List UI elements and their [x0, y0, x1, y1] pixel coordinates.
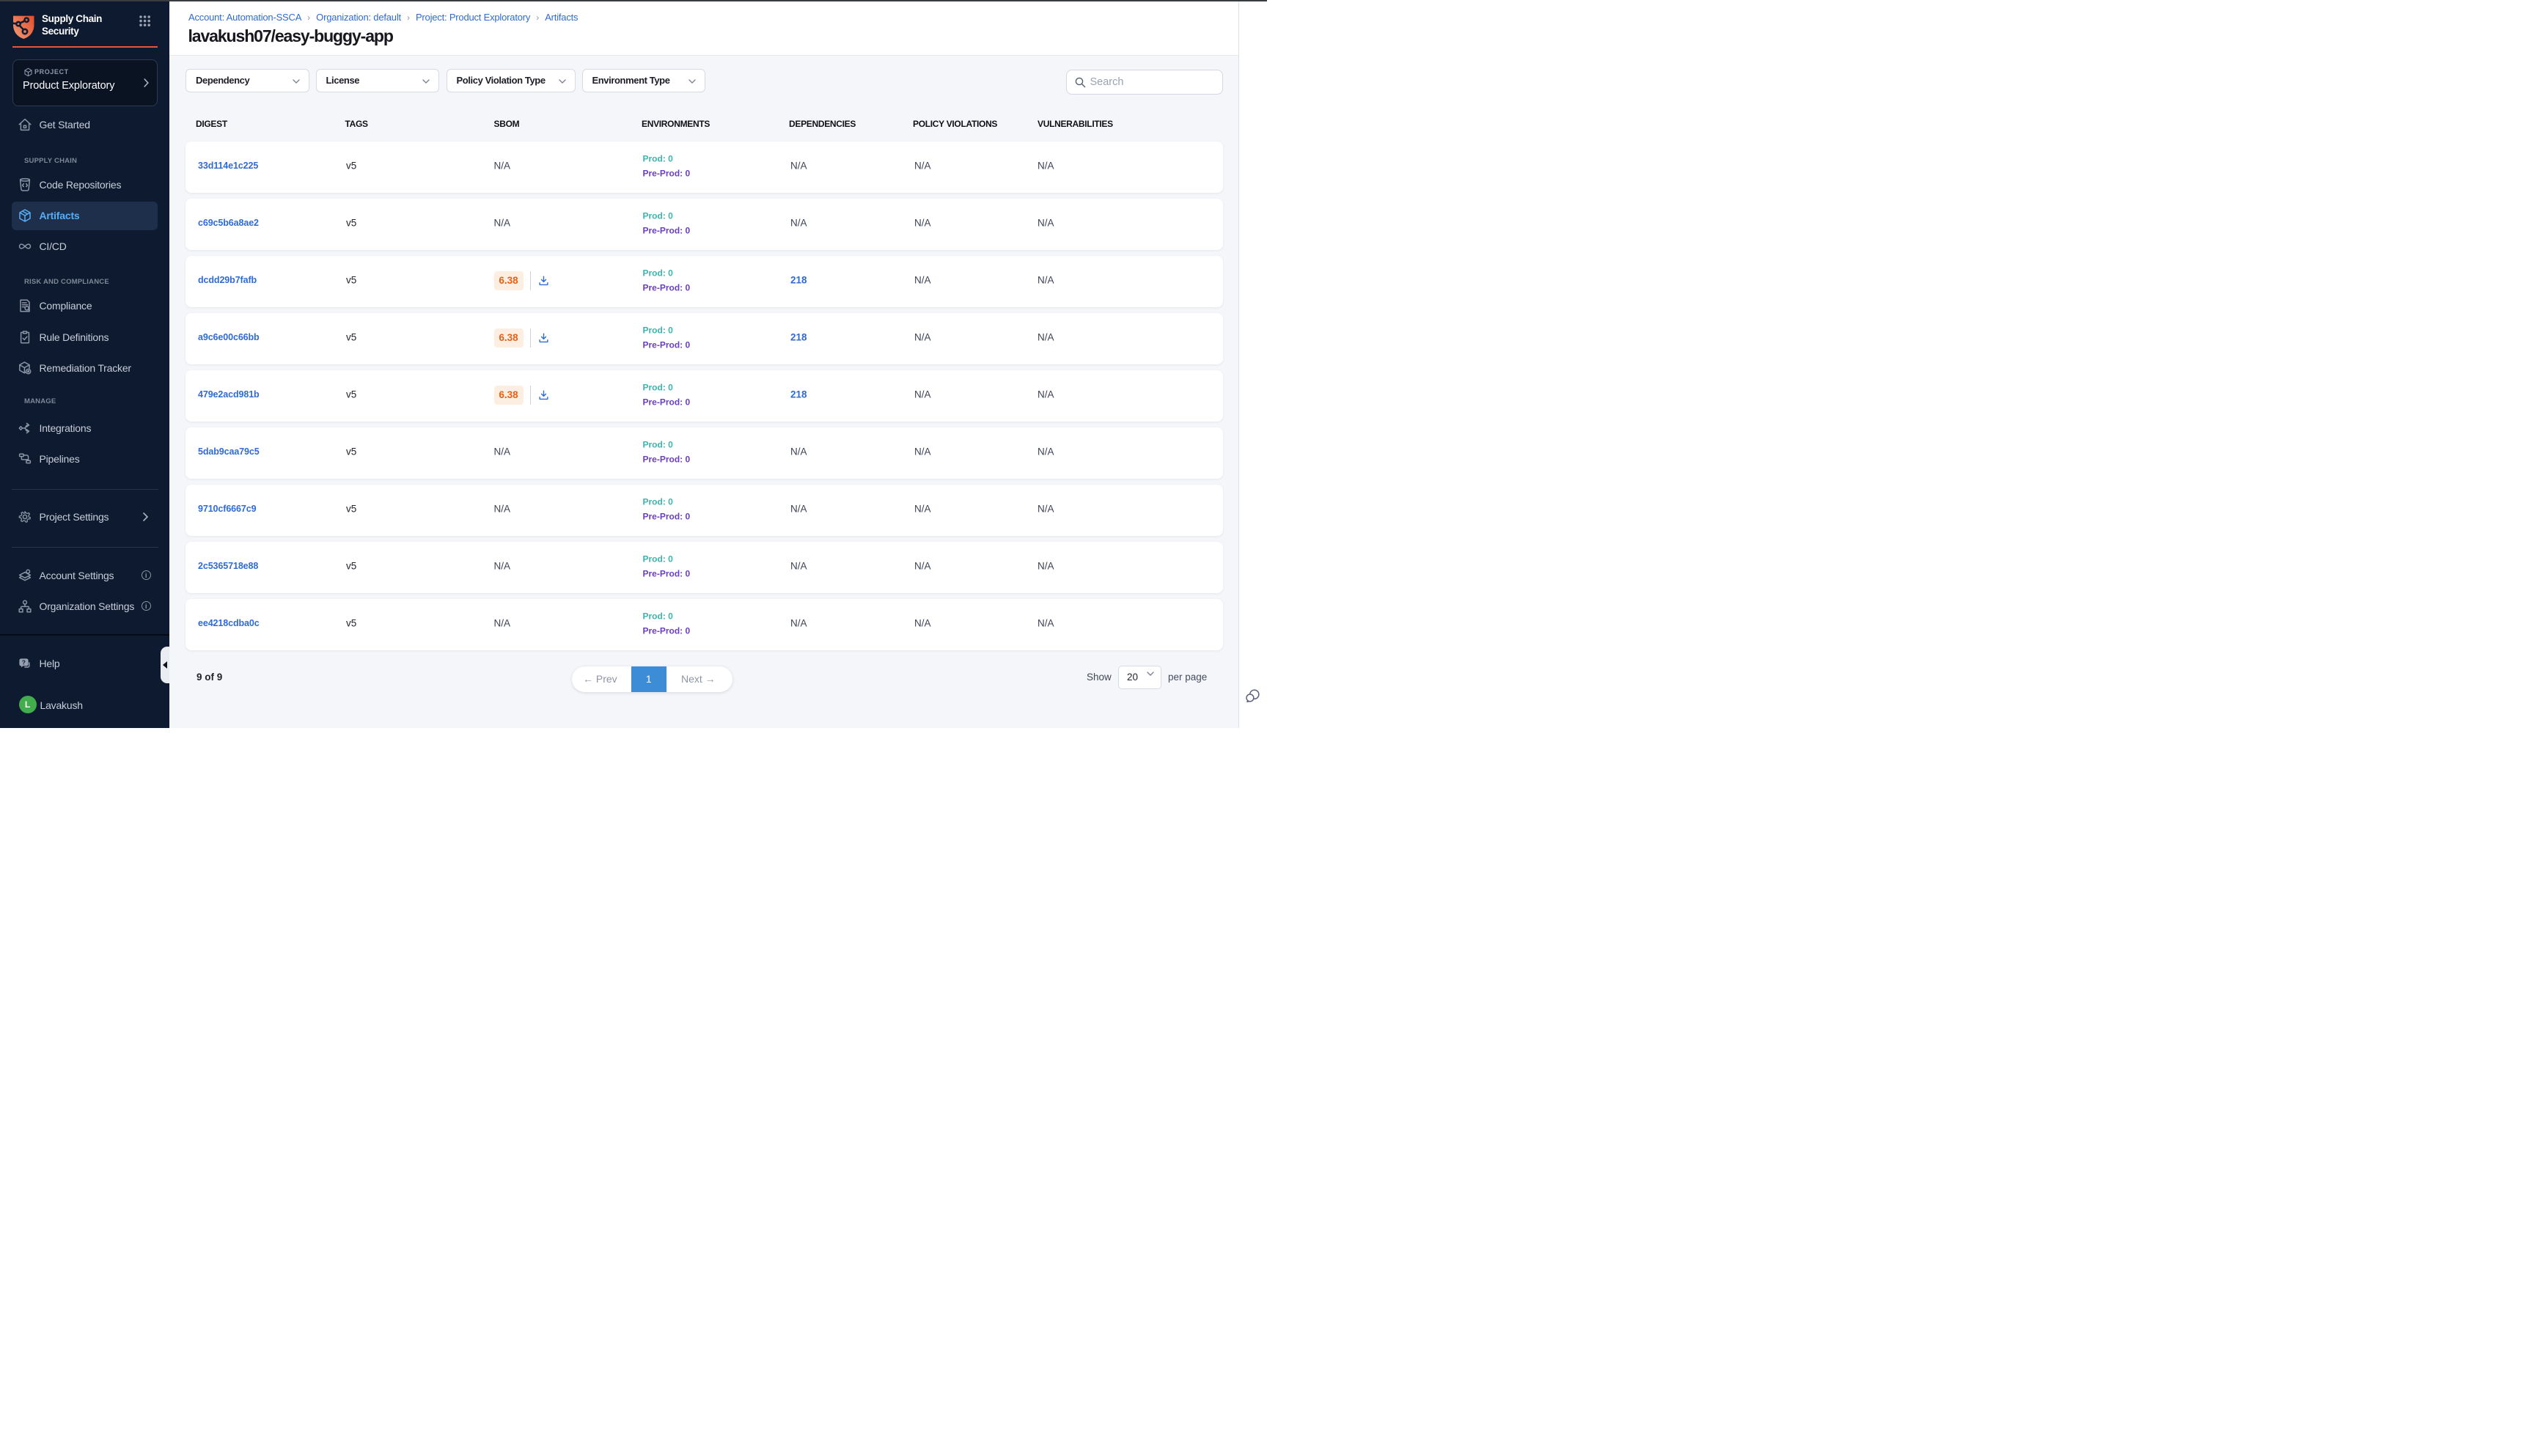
svg-text:?: ? [22, 658, 26, 666]
